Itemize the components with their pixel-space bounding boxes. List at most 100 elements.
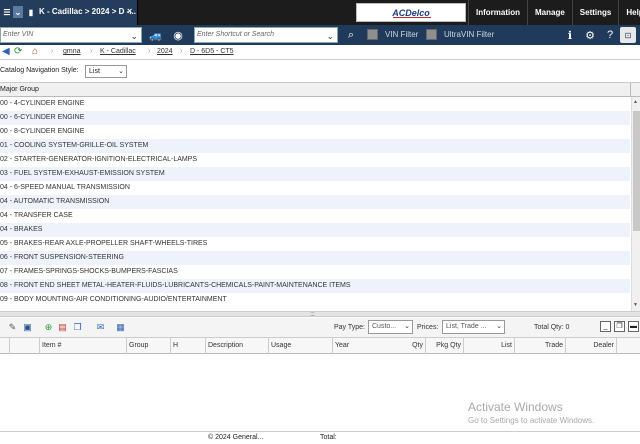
list-item[interactable]: 00 - 6-CYLINDER ENGINE xyxy=(0,111,630,125)
vin-filter-label: VIN Filter xyxy=(385,30,419,39)
home-icon[interactable]: ⌂ xyxy=(32,46,38,57)
save-icon[interactable]: ▣ xyxy=(21,321,34,334)
prices-value: List, Trade ... xyxy=(446,323,487,330)
tab-close-icon[interactable]: × xyxy=(127,6,132,16)
list-item[interactable]: 04 - 6-SPEED MANUAL TRANSMISSION xyxy=(0,181,630,195)
logo-underline xyxy=(393,17,431,18)
column-group[interactable]: Group xyxy=(127,338,171,354)
vertical-scrollbar[interactable]: ▲ ▼ xyxy=(631,97,640,311)
scroll-up-icon[interactable]: ▲ xyxy=(633,99,638,105)
parts-table-header: Item # Group H Description Usage Year Qt… xyxy=(0,338,640,354)
chevron-down-icon[interactable]: ⌄ xyxy=(326,29,334,43)
chevron-down-icon[interactable]: ⌄ xyxy=(13,6,23,18)
help-circle-icon[interactable]: ? xyxy=(602,27,618,43)
list-item[interactable]: 08 - FRONT END SHEET METAL-HEATER-FLUIDS… xyxy=(0,279,630,293)
search-icon[interactable]: ⌕ xyxy=(343,27,359,43)
chevron-down-icon[interactable]: ⌄ xyxy=(404,321,410,333)
list-item[interactable]: 00 - 4-CYLINDER ENGINE xyxy=(0,97,630,111)
vin-filter-checkbox[interactable] xyxy=(367,29,378,40)
breadcrumb-separator: › xyxy=(148,48,151,55)
maximize-icon[interactable]: ▬ xyxy=(628,321,639,332)
nav-information[interactable]: Information xyxy=(468,0,527,25)
column-usage[interactable]: Usage xyxy=(269,338,333,354)
breadcrumb-model[interactable]: D - 6D5 - CT5 xyxy=(190,48,234,55)
back-arrow-icon[interactable]: ◀ xyxy=(2,46,10,57)
list-item[interactable]: 01 - COOLING SYSTEM-GRILLE-OIL SYSTEM xyxy=(0,139,630,153)
catalog-style-value: List xyxy=(89,68,100,75)
column-select[interactable] xyxy=(0,338,10,354)
column-dealer[interactable]: Dealer xyxy=(566,338,617,354)
list-item[interactable]: 06 - FRONT SUSPENSION-STEERING xyxy=(0,251,630,265)
catalog-style-bar: Catalog Navigation Style: List ⌄ xyxy=(0,64,640,79)
minimize-icon[interactable]: _ xyxy=(600,321,611,332)
chevron-down-icon[interactable]: ⌄ xyxy=(496,321,502,333)
catalog-tab[interactable]: ☰ ⌄ ▮ K - Cadillac > 2024 > D -... × xyxy=(0,0,138,25)
shortcut-search-input[interactable]: Enter Shortcut or Search ⌄ xyxy=(194,27,338,43)
list-item[interactable]: 04 - TRANSFER CASE xyxy=(0,209,630,223)
chevron-down-icon[interactable]: ⌄ xyxy=(118,66,124,77)
major-group-list: 00 - 4-CYLINDER ENGINE 00 - 6-CYLINDER E… xyxy=(0,97,630,307)
breadcrumb-gmna[interactable]: gmna xyxy=(63,48,81,55)
column-trade[interactable]: Trade xyxy=(515,338,566,354)
chevron-down-icon[interactable]: ⌄ xyxy=(130,29,138,43)
vehicle-icon[interactable]: 🚙 xyxy=(148,27,164,43)
column-qty[interactable]: Qty xyxy=(333,338,426,354)
pay-type-select[interactable]: Custo... ⌄ xyxy=(368,320,413,334)
breadcrumb-make[interactable]: K - Cadillac xyxy=(100,48,136,55)
info-icon[interactable]: ℹ xyxy=(562,27,578,43)
print-icon[interactable]: ▦ xyxy=(114,321,127,334)
vin-input[interactable]: Enter VIN ⌄ xyxy=(0,27,142,43)
nav-help[interactable]: Help xyxy=(618,0,640,25)
restore-icon[interactable]: ❐ xyxy=(614,321,625,332)
breadcrumb-separator: › xyxy=(180,48,183,55)
column-list[interactable]: List xyxy=(464,338,515,354)
activate-windows-subtitle: Go to Settings to activate Windows. xyxy=(468,416,595,425)
breadcrumb-separator: › xyxy=(51,48,54,55)
breadcrumb-separator: › xyxy=(90,48,93,55)
refresh-icon[interactable]: ⟳ xyxy=(14,46,22,57)
copyright-text: © 2024 General... xyxy=(208,434,264,441)
breadcrumb-bar: ◀ ⟳ ⌂ › gmna › K - Cadillac › 2024 › D -… xyxy=(0,45,640,60)
top-nav: Information Manage Settings Help xyxy=(468,0,640,25)
add-icon[interactable]: ⊕ xyxy=(42,321,55,334)
email-icon[interactable]: ✉ xyxy=(94,321,107,334)
menu-icon[interactable]: ☰ xyxy=(2,7,12,17)
list-item[interactable]: 00 - 8-CYLINDER ENGINE xyxy=(0,125,630,139)
delete-icon[interactable]: ▤ xyxy=(56,321,69,334)
dashboard-icon[interactable]: ◉ xyxy=(170,27,186,43)
list-item[interactable]: 07 - FRAMES-SPRINGS-SHOCKS-BUMPERS-FASCI… xyxy=(0,265,630,279)
scrollbar-thumb[interactable] xyxy=(633,111,640,231)
list-item[interactable]: 04 - AUTOMATIC TRANSMISSION xyxy=(0,195,630,209)
activate-windows-title: Activate Windows xyxy=(468,400,563,414)
column-description[interactable]: Description xyxy=(206,338,269,354)
column-h[interactable]: H xyxy=(171,338,206,354)
prices-label: Prices: xyxy=(417,324,439,331)
nav-manage[interactable]: Manage xyxy=(527,0,572,25)
prices-select[interactable]: List, Trade ... ⌄ xyxy=(442,320,505,334)
vin-placeholder: Enter VIN xyxy=(3,31,34,38)
edit-icon[interactable]: ✎ xyxy=(6,321,19,334)
acdelco-logo: ACDelco xyxy=(356,3,466,22)
pay-type-label: Pay Type: xyxy=(334,324,366,331)
parts-icon[interactable]: ⚙ xyxy=(582,27,598,43)
status-bar: © 2024 General... Total: xyxy=(0,431,640,444)
pane-splitter[interactable]: :::::: xyxy=(0,311,640,318)
breadcrumb-year[interactable]: 2024 xyxy=(157,48,173,55)
notification-icon[interactable]: ⊡ xyxy=(620,27,636,43)
scroll-down-icon[interactable]: ▼ xyxy=(633,302,638,308)
list-item[interactable]: 03 - FUEL SYSTEM-EXHAUST-EMISSION SYSTEM xyxy=(0,167,630,181)
status-total: Total: xyxy=(320,434,337,441)
ultravin-filter-checkbox[interactable] xyxy=(426,29,437,40)
column-line[interactable] xyxy=(10,338,40,354)
column-item[interactable]: Item # xyxy=(40,338,127,354)
list-item[interactable]: 04 - BRAKES xyxy=(0,223,630,237)
copy-icon[interactable]: ❐ xyxy=(71,321,84,334)
list-item[interactable]: 05 - BRAKES-REAR AXLE-PROPELLER SHAFT-WH… xyxy=(0,237,630,251)
list-item[interactable]: 09 - BODY MOUNTING-AIR CONDITIONING-AUDI… xyxy=(0,293,630,307)
bookmark-icon[interactable]: ▮ xyxy=(26,6,36,18)
major-group-header[interactable]: Major Group xyxy=(0,82,640,97)
column-pkg-qty[interactable]: Pkg Qty xyxy=(426,338,464,354)
list-item[interactable]: 02 - STARTER-GENERATOR-IGNITION-ELECTRIC… xyxy=(0,153,630,167)
catalog-style-select[interactable]: List ⌄ xyxy=(85,65,127,78)
nav-settings[interactable]: Settings xyxy=(571,0,619,25)
